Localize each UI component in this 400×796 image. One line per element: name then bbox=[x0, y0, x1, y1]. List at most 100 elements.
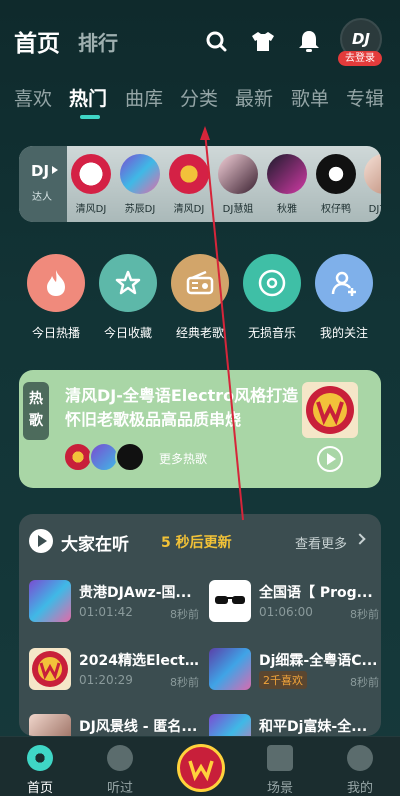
history-icon bbox=[107, 745, 133, 771]
song-duration: 01:06:00 bbox=[259, 605, 313, 619]
quick-label: 我的关注 bbox=[319, 326, 368, 340]
dj-item[interactable]: DJ慧姐 bbox=[213, 154, 263, 215]
tab-playlist[interactable]: 歌单 bbox=[291, 84, 329, 111]
dj-item[interactable]: DJ文杰 bbox=[359, 154, 381, 215]
song-item[interactable]: 全国语【 Prog... 01:06:00 8秒前 bbox=[209, 580, 379, 626]
dj-name: 清风DJ bbox=[75, 204, 107, 215]
song-time-ago: 8秒前 bbox=[170, 608, 199, 621]
song-cover bbox=[209, 714, 251, 736]
quick-label: 经典老歌 bbox=[175, 326, 224, 340]
view-more-link[interactable]: 查看更多 bbox=[295, 533, 347, 552]
search-icon[interactable] bbox=[204, 30, 230, 52]
nav-history[interactable]: 听过 bbox=[90, 745, 150, 796]
sub-tabs: 喜欢 热门 曲库 分类 最新 歌单 专辑 bbox=[0, 84, 400, 124]
login-badge[interactable]: 去登录 bbox=[338, 51, 382, 66]
active-tab-indicator bbox=[80, 115, 100, 119]
likes-badge: 2千喜欢 bbox=[259, 671, 307, 689]
song-title: Dj细霖-全粤语C... bbox=[259, 653, 378, 669]
song-title: DJ风景线 - 匿名... bbox=[79, 719, 198, 735]
song-cover bbox=[29, 580, 71, 622]
song-time-ago: 8秒前 bbox=[350, 608, 379, 621]
quick-label: 今日收藏 bbox=[103, 326, 152, 340]
quick-label: 今日热播 bbox=[31, 326, 80, 340]
play-circle-icon[interactable] bbox=[29, 529, 53, 553]
dj-tag-label: DJ bbox=[31, 162, 50, 180]
dj-logo-icon bbox=[169, 154, 209, 194]
quick-follow[interactable]: 我的关注 bbox=[308, 254, 380, 341]
hot-cover[interactable] bbox=[302, 382, 358, 438]
play-arrow-icon bbox=[52, 166, 58, 174]
dj-item[interactable]: 权仔鸭 bbox=[311, 154, 361, 215]
dj-tag-sub: 达人 bbox=[32, 192, 52, 203]
song-item[interactable]: 贵港DJAwz-国... 01:01:42 8秒前 bbox=[29, 580, 199, 626]
dj-item[interactable]: 清风DJ bbox=[164, 154, 214, 215]
quick-classic[interactable]: 经典老歌 bbox=[164, 254, 236, 341]
tab-like[interactable]: 喜欢 bbox=[14, 84, 52, 111]
dj-talent-card[interactable]: DJ 达人 清风DJ 苏辰DJ 清风DJ DJ慧姐 秋雅 权仔鸭 DJ文杰 bbox=[19, 146, 381, 222]
song-cover bbox=[209, 580, 251, 622]
song-time-ago: 8秒前 bbox=[170, 676, 199, 689]
listening-title: 大家在听 bbox=[61, 535, 129, 555]
song-title: 全国语【 Prog... bbox=[259, 585, 373, 601]
tab-library[interactable]: 曲库 bbox=[125, 84, 163, 111]
quick-today-fav[interactable]: 今日收藏 bbox=[92, 254, 164, 341]
tab-category[interactable]: 分类 bbox=[180, 84, 218, 111]
hot-avatars bbox=[63, 442, 153, 472]
top-bar: 首页 排行 DJ 去登录 bbox=[0, 0, 400, 78]
song-title: 贵港DJAwz-国... bbox=[79, 585, 192, 601]
nav-label: 我的 bbox=[346, 781, 373, 796]
dj-item[interactable]: 清风DJ bbox=[66, 154, 116, 215]
dj-logo-icon bbox=[71, 154, 111, 194]
song-item[interactable]: 和平Dj富妹-全... bbox=[209, 714, 379, 736]
tab-home[interactable]: 首页 bbox=[14, 24, 60, 58]
bell-icon[interactable] bbox=[296, 30, 322, 52]
tab-album[interactable]: 专辑 bbox=[346, 84, 384, 111]
dj-item[interactable]: 秋雅 bbox=[262, 154, 312, 215]
play-icon[interactable] bbox=[317, 446, 343, 472]
song-duration: 01:20:29 bbox=[79, 673, 133, 687]
dj-name: 清风DJ bbox=[173, 204, 205, 215]
dj-name: 秋雅 bbox=[277, 204, 297, 215]
everyone-listening-card: 大家在听 5 秒后更新 查看更多 贵港DJAwz-国... 01:01:42 8… bbox=[19, 514, 381, 736]
more-hot-songs-link[interactable]: 更多热歌 bbox=[159, 450, 207, 467]
song-item[interactable]: 2024精选Elect... 01:20:29 8秒前 bbox=[29, 648, 199, 694]
nav-label: 场景 bbox=[266, 781, 293, 796]
dj-name: 苏辰DJ bbox=[124, 204, 156, 215]
quick-lossless[interactable]: 无损音乐 bbox=[236, 254, 308, 341]
tab-rank[interactable]: 排行 bbox=[78, 27, 118, 56]
tab-latest[interactable]: 最新 bbox=[235, 84, 273, 111]
dj-avatar bbox=[120, 154, 160, 194]
song-time-ago: 8秒前 bbox=[350, 676, 379, 689]
user-avatar[interactable]: DJ 去登录 bbox=[338, 18, 384, 66]
add-user-icon bbox=[315, 254, 373, 312]
profile-icon bbox=[347, 745, 373, 771]
hot-title[interactable]: 清风DJ-全粤语Electro风格打造怀旧老歌极品高品质串烧 bbox=[65, 384, 305, 432]
hot-songs-card[interactable]: 热歌 清风DJ-全粤语Electro风格打造怀旧老歌极品高品质串烧 更多热歌 bbox=[19, 370, 381, 488]
nav-label: 听过 bbox=[106, 781, 133, 796]
dj-avatar bbox=[267, 154, 307, 194]
dj-avatar bbox=[316, 154, 356, 194]
quick-today-hot[interactable]: 今日热播 bbox=[20, 254, 92, 341]
chevron-right-icon[interactable] bbox=[354, 533, 366, 545]
nav-mine[interactable]: 我的 bbox=[330, 745, 390, 796]
song-item[interactable]: DJ风景线 - 匿名... bbox=[29, 714, 199, 736]
tshirt-icon[interactable] bbox=[250, 30, 276, 52]
song-duration: 01:01:42 bbox=[79, 605, 133, 619]
nav-scene[interactable]: 场景 bbox=[250, 745, 310, 796]
disc-icon bbox=[243, 254, 301, 312]
scene-icon bbox=[267, 745, 293, 771]
radio-icon bbox=[171, 254, 229, 312]
home-disc-icon bbox=[27, 745, 53, 771]
dj-name: DJ慧姐 bbox=[222, 204, 254, 215]
song-cover bbox=[209, 648, 251, 690]
song-title: 和平Dj富妹-全... bbox=[259, 719, 368, 735]
dj-tag[interactable]: DJ 达人 bbox=[19, 146, 67, 222]
nav-home[interactable]: 首页 bbox=[10, 745, 70, 796]
nav-label: 首页 bbox=[26, 781, 53, 796]
center-play-button[interactable] bbox=[177, 744, 225, 792]
dj-avatar bbox=[218, 154, 258, 194]
dj-item[interactable]: 苏辰DJ bbox=[115, 154, 165, 215]
song-title: 2024精选Elect... bbox=[79, 653, 199, 669]
tab-hot[interactable]: 热门 bbox=[69, 84, 107, 111]
song-item[interactable]: Dj细霖-全粤语C... 2千喜欢 8秒前 bbox=[209, 648, 379, 694]
